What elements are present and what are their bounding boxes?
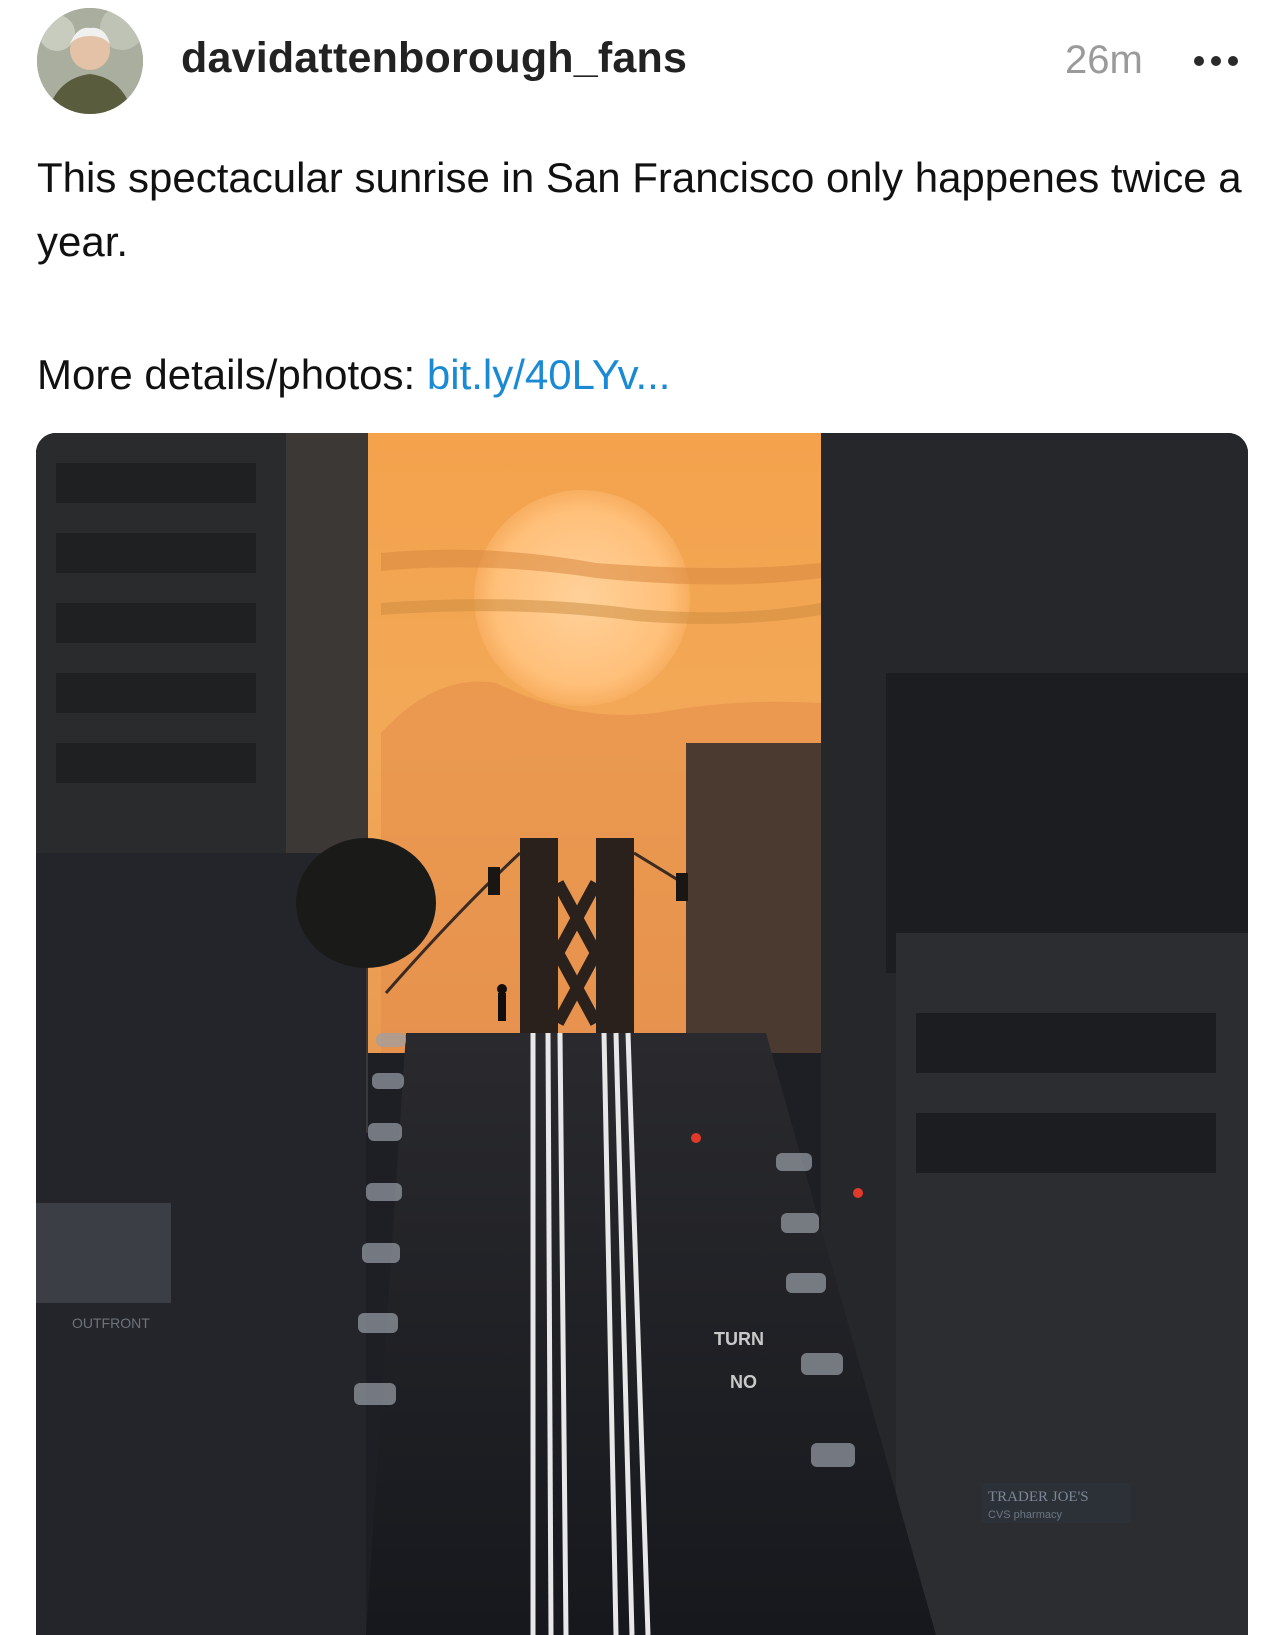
post-caption: This spectacular sunrise in San Francisc…: [37, 146, 1247, 274]
store-sub-sign: CVS pharmacy: [988, 1509, 1062, 1521]
avatar[interactable]: [37, 8, 143, 114]
billboard-text: OUTFRONT: [72, 1315, 150, 1331]
road-marking-no: NO: [730, 1372, 757, 1392]
details-label: More details/photos:: [37, 351, 416, 398]
road-marking-turn: TURN: [714, 1329, 764, 1349]
details-line: More details/photos: bit.ly/40LYv...: [37, 346, 670, 404]
store-sign: TRADER JOE'S: [988, 1489, 1089, 1505]
more-options-button[interactable]: [1188, 40, 1244, 80]
details-link[interactable]: bit.ly/40LYv...: [427, 351, 671, 398]
post-timestamp: 26m: [1065, 38, 1143, 82]
caption-text: This spectacular sunrise in San Francisc…: [37, 154, 1242, 265]
more-horizontal-icon: [1194, 56, 1204, 66]
post-photo[interactable]: OUTFRONT TURN NO TRADER JOE'S CVS pharma…: [36, 433, 1248, 1635]
username[interactable]: davidattenborough_fans: [181, 34, 687, 83]
more-dot: [1211, 56, 1221, 66]
post-header: davidattenborough_fans 26m: [0, 0, 1284, 125]
more-dot: [1228, 56, 1238, 66]
